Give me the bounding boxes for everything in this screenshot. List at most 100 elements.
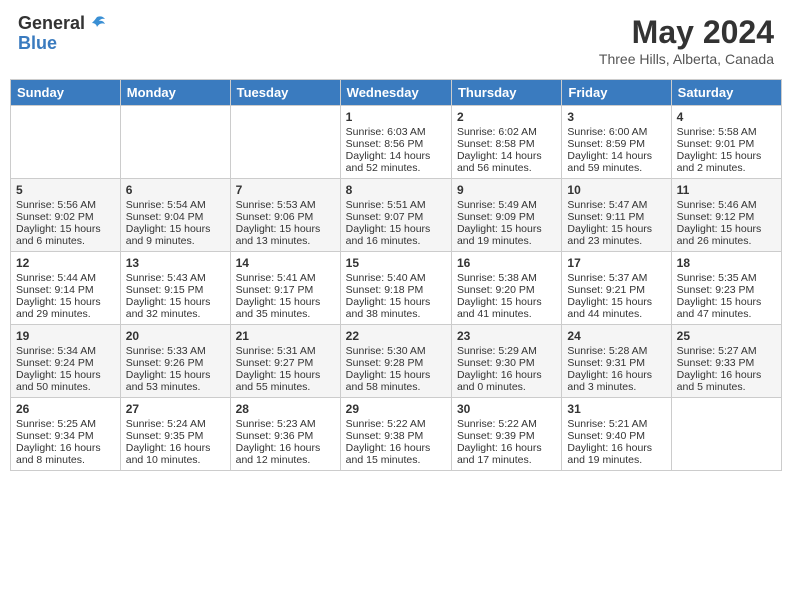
calendar-cell: 14 Sunrise: 5:41 AMSunset: 9:17 PMDayligh… — [230, 252, 340, 325]
day-number: 17 — [567, 256, 665, 270]
calendar-cell: 11Sunrise: 5:46 AMSunset: 9:12 PMDayligh… — [671, 179, 781, 252]
day-info: Sunrise: 5:24 AM — [126, 418, 225, 430]
calendar-cell: 30Sunrise: 5:22 AMSunset: 9:39 PMDayligh… — [451, 398, 561, 471]
calendar-cell — [120, 106, 230, 179]
calendar-cell: 19Sunrise: 5:34 AMSunset: 9:24 PMDayligh… — [11, 325, 121, 398]
calendar-cell: 25Sunrise: 5:27 AMSunset: 9:33 PMDayligh… — [671, 325, 781, 398]
calendar-cell: 28Sunrise: 5:23 AMSunset: 9:36 PMDayligh… — [230, 398, 340, 471]
day-info: Daylight: 15 hours and 55 minutes. — [236, 369, 335, 393]
day-number: 2 — [457, 110, 556, 124]
day-info: Daylight: 15 hours and 16 minutes. — [346, 223, 446, 247]
day-number: 21 — [236, 329, 335, 343]
calendar-cell: 12 Sunrise: 5:44 AMSunset: 9:14 PMDayligh… — [11, 252, 121, 325]
day-number: 30 — [457, 402, 556, 416]
day-number: 7 — [236, 183, 335, 197]
day-info: Sunset: 9:21 PM — [567, 284, 665, 296]
calendar-header-row: SundayMondayTuesdayWednesdayThursdayFrid… — [11, 80, 782, 106]
day-info: Sunrise: 5:35 AM — [677, 272, 776, 284]
day-info: Daylight: 14 hours and 52 minutes. — [346, 150, 446, 174]
calendar-table: SundayMondayTuesdayWednesdayThursdayFrid… — [10, 79, 782, 471]
day-number: 1 — [346, 110, 446, 124]
calendar-cell: 15Sunrise: 5:40 AMSunset: 9:18 PMDayligh… — [340, 252, 451, 325]
weekday-header-monday: Monday — [120, 80, 230, 106]
day-info: Sunset: 9:33 PM — [677, 357, 776, 369]
day-info: Sunrise: 6:00 AM — [567, 126, 665, 138]
day-info: Sunset: 9:07 PM — [346, 211, 446, 223]
calendar-cell — [671, 398, 781, 471]
day-info: Sunrise: 5:51 AM — [346, 199, 446, 211]
day-info: Sunset: 9:14 PM — [16, 284, 115, 296]
day-number: 5 — [16, 183, 115, 197]
logo-blue: Blue — [18, 34, 107, 54]
day-info: Sunrise: 5:49 AM — [457, 199, 556, 211]
day-info: Sunrise: 5:41 AM — [236, 272, 335, 284]
calendar-cell: 18Sunrise: 5:35 AMSunset: 9:23 PMDayligh… — [671, 252, 781, 325]
logo-general: General — [18, 14, 85, 34]
day-info: Sunset: 9:01 PM — [677, 138, 776, 150]
calendar-cell: 2Sunrise: 6:02 AMSunset: 8:58 PMDaylight… — [451, 106, 561, 179]
calendar-cell: 31Sunrise: 5:21 AMSunset: 9:40 PMDayligh… — [562, 398, 671, 471]
location: Three Hills, Alberta, Canada — [599, 51, 774, 67]
day-info: Sunset: 9:17 PM — [236, 284, 335, 296]
day-info: Daylight: 15 hours and 35 minutes. — [236, 296, 335, 320]
day-number: 11 — [677, 183, 776, 197]
calendar-cell: 20Sunrise: 5:33 AMSunset: 9:26 PMDayligh… — [120, 325, 230, 398]
day-info: Sunset: 9:36 PM — [236, 430, 335, 442]
calendar-cell: 1Sunrise: 6:03 AMSunset: 8:56 PMDaylight… — [340, 106, 451, 179]
day-number: 19 — [16, 329, 115, 343]
calendar-week-4: 19Sunrise: 5:34 AMSunset: 9:24 PMDayligh… — [11, 325, 782, 398]
day-info: Sunset: 9:31 PM — [567, 357, 665, 369]
day-info: Daylight: 16 hours and 10 minutes. — [126, 442, 225, 466]
calendar-cell: 8 Sunrise: 5:51 AMSunset: 9:07 PMDaylight… — [340, 179, 451, 252]
day-number: 12 — [16, 256, 115, 270]
calendar-week-1: 1Sunrise: 6:03 AMSunset: 8:56 PMDaylight… — [11, 106, 782, 179]
day-info: Sunrise: 5:58 AM — [677, 126, 776, 138]
day-info: Daylight: 15 hours and 41 minutes. — [457, 296, 556, 320]
day-info: Daylight: 15 hours and 26 minutes. — [677, 223, 776, 247]
day-info: Sunset: 9:02 PM — [16, 211, 115, 223]
day-info: Sunset: 9:06 PM — [236, 211, 335, 223]
day-info: Sunset: 9:15 PM — [126, 284, 225, 296]
title-block: May 2024 Three Hills, Alberta, Canada — [599, 14, 774, 67]
day-info: Daylight: 14 hours and 56 minutes. — [457, 150, 556, 174]
day-number: 8 — [346, 183, 446, 197]
day-info: Sunrise: 5:37 AM — [567, 272, 665, 284]
day-number: 31 — [567, 402, 665, 416]
calendar-cell: 3Sunrise: 6:00 AMSunset: 8:59 PMDaylight… — [562, 106, 671, 179]
day-info: Sunset: 8:59 PM — [567, 138, 665, 150]
day-info: Daylight: 15 hours and 38 minutes. — [346, 296, 446, 320]
day-number: 3 — [567, 110, 665, 124]
calendar-cell: 29Sunrise: 5:22 AMSunset: 9:38 PMDayligh… — [340, 398, 451, 471]
day-info: Sunrise: 5:22 AM — [346, 418, 446, 430]
day-number: 14 — [236, 256, 335, 270]
day-info: Daylight: 15 hours and 9 minutes. — [126, 223, 225, 247]
calendar-cell: 26Sunrise: 5:25 AMSunset: 9:34 PMDayligh… — [11, 398, 121, 471]
calendar-cell: 24Sunrise: 5:28 AMSunset: 9:31 PMDayligh… — [562, 325, 671, 398]
day-info: Daylight: 16 hours and 0 minutes. — [457, 369, 556, 393]
day-info: Daylight: 15 hours and 44 minutes. — [567, 296, 665, 320]
calendar-cell: 21Sunrise: 5:31 AMSunset: 9:27 PMDayligh… — [230, 325, 340, 398]
calendar-cell: 13Sunrise: 5:43 AMSunset: 9:15 PMDayligh… — [120, 252, 230, 325]
day-info: Sunrise: 5:22 AM — [457, 418, 556, 430]
day-info: Daylight: 15 hours and 29 minutes. — [16, 296, 115, 320]
day-number: 22 — [346, 329, 446, 343]
day-info: Sunrise: 5:23 AM — [236, 418, 335, 430]
day-number: 23 — [457, 329, 556, 343]
day-info: Sunrise: 5:33 AM — [126, 345, 225, 357]
day-number: 6 — [126, 183, 225, 197]
day-info: Daylight: 15 hours and 2 minutes. — [677, 150, 776, 174]
calendar-cell: 4Sunrise: 5:58 AMSunset: 9:01 PMDaylight… — [671, 106, 781, 179]
day-number: 20 — [126, 329, 225, 343]
day-number: 18 — [677, 256, 776, 270]
weekday-header-saturday: Saturday — [671, 80, 781, 106]
day-info: Sunrise: 6:02 AM — [457, 126, 556, 138]
calendar-cell: 5Sunrise: 5:56 AMSunset: 9:02 PMDaylight… — [11, 179, 121, 252]
day-info: Sunset: 9:35 PM — [126, 430, 225, 442]
day-number: 9 — [457, 183, 556, 197]
day-number: 15 — [346, 256, 446, 270]
day-info: Sunrise: 5:21 AM — [567, 418, 665, 430]
day-info: Sunrise: 5:44 AM — [16, 272, 115, 284]
day-info: Daylight: 16 hours and 15 minutes. — [346, 442, 446, 466]
day-info: Sunset: 9:27 PM — [236, 357, 335, 369]
day-info: Daylight: 15 hours and 50 minutes. — [16, 369, 115, 393]
